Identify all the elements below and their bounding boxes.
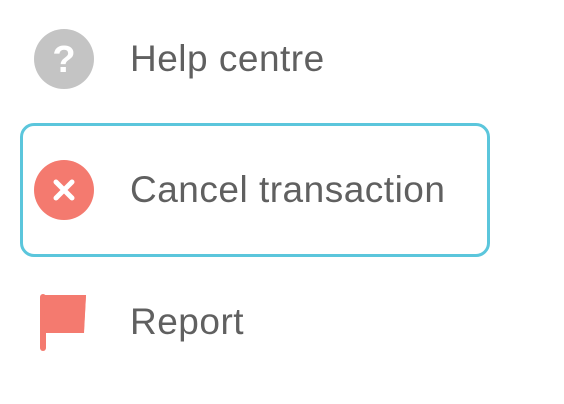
- options-menu: ? Help centre Cancel transaction Report: [0, 0, 564, 404]
- menu-item-help-centre[interactable]: ? Help centre: [20, 0, 490, 126]
- cancel-icon: [34, 160, 94, 220]
- menu-item-label: Cancel transaction: [130, 169, 446, 210]
- help-icon: ?: [34, 29, 94, 89]
- menu-item-report[interactable]: Report: [20, 255, 490, 389]
- menu-item-label: Report: [130, 301, 245, 342]
- menu-item-label: Help centre: [130, 38, 325, 79]
- svg-text:?: ?: [52, 39, 75, 81]
- menu-item-cancel-transaction[interactable]: Cancel transaction: [20, 123, 490, 257]
- flag-icon: [34, 292, 94, 352]
